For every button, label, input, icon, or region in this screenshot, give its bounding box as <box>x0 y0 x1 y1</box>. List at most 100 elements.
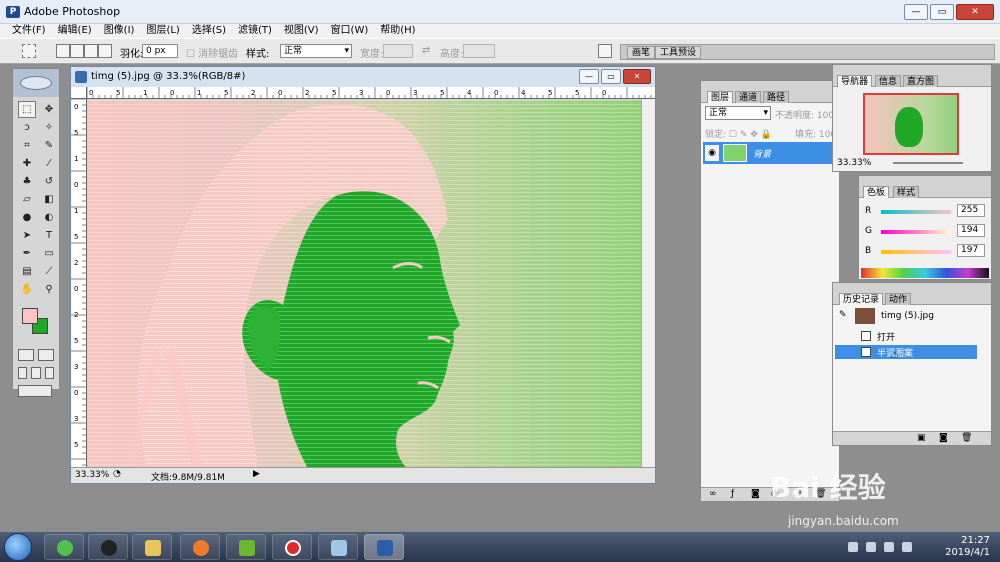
doc-maximize-button[interactable]: ▭ <box>601 69 621 84</box>
shape-tool-icon[interactable]: ▭ <box>40 245 58 262</box>
horizontal-ruler[interactable]: 05101520253035404550 <box>87 87 655 99</box>
taskbar-app-firefox[interactable] <box>180 534 220 560</box>
menu-view[interactable]: 视图(V) <box>284 24 319 38</box>
doc-minimize-button[interactable]: — <box>579 69 599 84</box>
new-selection-icon[interactable] <box>56 44 70 58</box>
width-input[interactable] <box>383 44 413 58</box>
new-document-icon[interactable]: ▣ <box>917 433 926 443</box>
lasso-tool-icon[interactable]: ↄ <box>18 119 36 136</box>
screen-mode-full-menu-icon[interactable] <box>31 367 41 379</box>
menu-window[interactable]: 窗口(W) <box>331 24 369 38</box>
marquee-tool-icon[interactable]: ⬚ <box>18 101 36 118</box>
close-button[interactable]: ✕ <box>956 4 994 20</box>
navigator-zoom-slider[interactable] <box>893 162 963 164</box>
foreground-color-swatch[interactable] <box>22 308 38 324</box>
add-selection-icon[interactable] <box>70 44 84 58</box>
navigator-preview[interactable] <box>863 93 959 155</box>
taskbar-app-media[interactable] <box>226 534 266 560</box>
tab-info[interactable]: 信息 <box>875 75 902 87</box>
antialias-checkbox[interactable]: ☐ 消除锯齿 <box>186 45 238 60</box>
intersect-selection-icon[interactable] <box>98 44 112 58</box>
tab-layers[interactable]: 图层 <box>707 91 734 103</box>
fill-label[interactable]: 填充: 100 <box>795 127 836 140</box>
history-snapshot[interactable]: ✎ timg (5).jpg <box>835 305 991 327</box>
marquee-preset-icon[interactable] <box>22 44 36 58</box>
style-select[interactable]: 正常 ▾ <box>280 44 352 58</box>
channel-g-value[interactable]: 194 <box>957 224 985 237</box>
vertical-ruler[interactable]: 05101520253035 <box>71 99 87 469</box>
screen-mode-full-icon[interactable] <box>44 367 54 379</box>
clone-stamp-icon[interactable]: ♣ <box>18 173 36 190</box>
tab-styles[interactable]: 样式 <box>893 186 920 198</box>
taskbar-app-explorer[interactable] <box>132 534 172 560</box>
restore-button[interactable]: ▭ <box>930 4 954 20</box>
volume-icon[interactable] <box>884 542 894 552</box>
tab-actions[interactable]: 动作 <box>885 293 912 305</box>
taskbar-app-qq[interactable] <box>88 534 128 560</box>
eyedropper-icon[interactable]: ⟋ <box>40 263 58 280</box>
menu-help[interactable]: 帮助(H) <box>380 24 415 38</box>
channel-g-slider[interactable] <box>881 230 951 234</box>
color-spectrum[interactable] <box>861 268 989 278</box>
status-arrow-icon[interactable]: ▶ <box>253 469 260 479</box>
minimize-button[interactable]: — <box>904 4 928 20</box>
tab-brushes[interactable]: 画笔 <box>627 46 656 59</box>
opacity-label[interactable]: 不透明度: 100 <box>775 108 834 121</box>
brush-tool-icon[interactable]: ⁄ <box>40 155 58 172</box>
screen-mode-standard-icon[interactable] <box>18 367 28 379</box>
gradient-tool-icon[interactable]: ◧ <box>40 191 58 208</box>
tab-paths[interactable]: 路径 <box>763 91 790 103</box>
blur-tool-icon[interactable]: ● <box>18 209 36 226</box>
menu-image[interactable]: 图像(I) <box>104 24 135 38</box>
healing-brush-icon[interactable]: ✚ <box>18 155 36 172</box>
image-canvas[interactable] <box>88 100 641 469</box>
network-icon[interactable] <box>866 542 876 552</box>
tab-channels[interactable]: 通道 <box>735 91 762 103</box>
tab-history[interactable]: 历史记录 <box>839 293 884 305</box>
doc-close-button[interactable]: ✕ <box>623 69 651 84</box>
status-menu-icon[interactable]: ◔ <box>113 469 121 479</box>
tab-histogram[interactable]: 直方图 <box>903 75 939 87</box>
menu-edit[interactable]: 编辑(E) <box>58 24 92 38</box>
eraser-tool-icon[interactable]: ▱ <box>18 191 36 208</box>
history-brush-source-icon[interactable]: ✎ <box>839 310 847 320</box>
history-item-halftone[interactable]: 半调图案 <box>835 345 977 359</box>
move-tool-icon[interactable]: ✥ <box>40 101 58 118</box>
eye-icon[interactable]: ◉ <box>705 145 719 161</box>
tab-navigator[interactable]: 导航器 <box>837 75 873 87</box>
layer-row-background[interactable]: ◉ 背景 <box>703 142 839 164</box>
zoom-tool-icon[interactable]: ⚲ <box>40 281 58 298</box>
channel-b-value[interactable]: 197 <box>957 244 985 257</box>
jump-to-imageready-icon[interactable] <box>18 385 52 397</box>
taskbar-app-recorder[interactable] <box>272 534 312 560</box>
history-item-open[interactable]: 打开 <box>835 329 977 343</box>
notes-tool-icon[interactable]: ▤ <box>18 263 36 280</box>
file-browser-icon[interactable] <box>598 44 612 58</box>
document-vertical-scrollbar[interactable] <box>641 99 655 469</box>
taskbar-app-360[interactable] <box>44 534 84 560</box>
taskbar-app-photoshop[interactable] <box>364 534 404 560</box>
clock[interactable]: 21:27 2019/4/1 <box>945 535 990 559</box>
magic-wand-icon[interactable]: ✧ <box>40 119 58 136</box>
navigator-zoom[interactable]: 33.33% <box>837 158 871 168</box>
blend-mode-select[interactable]: 正常 ▾ <box>705 106 771 120</box>
tab-swatches[interactable]: 色板 <box>863 186 890 198</box>
standard-mode-icon[interactable] <box>18 349 34 361</box>
feather-input[interactable]: 0 px <box>142 44 178 58</box>
delete-state-icon[interactable]: 🗑 <box>961 433 972 443</box>
zoom-readout[interactable]: 33.33% <box>75 470 109 480</box>
hand-tool-icon[interactable]: ✋ <box>18 281 36 298</box>
quick-mask-icon[interactable] <box>38 349 54 361</box>
path-select-icon[interactable]: ➤ <box>18 227 36 244</box>
menu-select[interactable]: 选择(S) <box>192 24 226 38</box>
taskbar-app-window[interactable] <box>318 534 358 560</box>
crop-tool-icon[interactable]: ⌗ <box>18 137 36 154</box>
layer-style-icon[interactable]: ƒ <box>731 489 734 499</box>
keyboard-icon[interactable] <box>848 542 858 552</box>
slice-tool-icon[interactable]: ✎ <box>40 137 58 154</box>
height-input[interactable] <box>463 44 495 58</box>
pen-tool-icon[interactable]: ✒ <box>18 245 36 262</box>
channel-r-value[interactable]: 255 <box>957 204 985 217</box>
channel-r-slider[interactable] <box>881 210 951 214</box>
layer-mask-icon[interactable]: ◙ <box>751 489 760 499</box>
